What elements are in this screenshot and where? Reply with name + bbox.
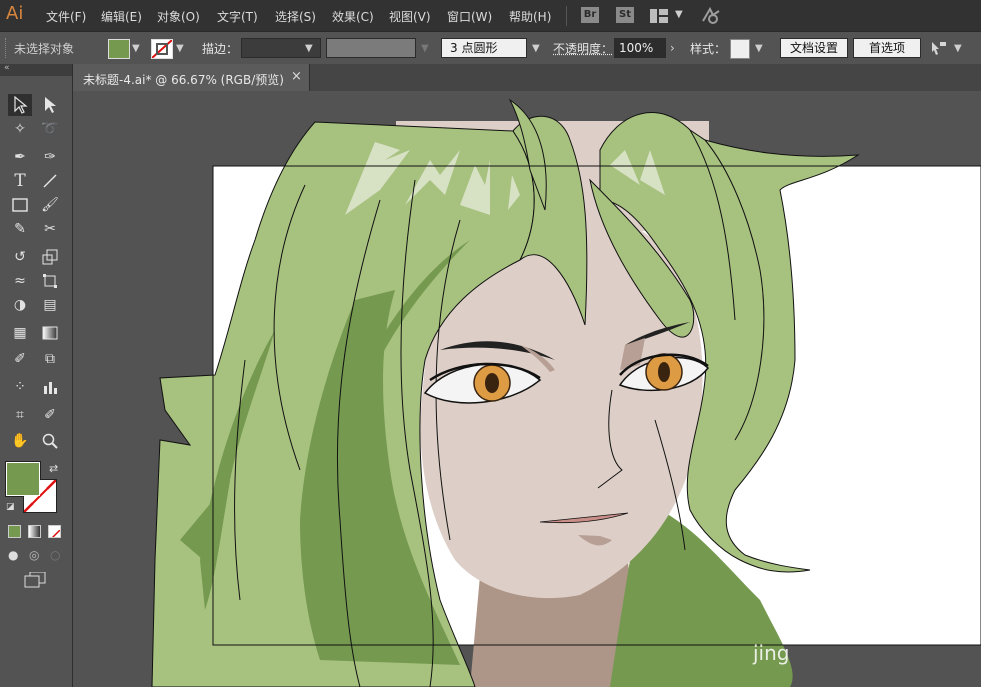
bridge-button[interactable]: Br — [581, 7, 599, 23]
curvature-icon[interactable]: ✑ — [38, 146, 62, 168]
column-graph-icon[interactable] — [38, 376, 62, 398]
arrange-documents-icon[interactable] — [930, 40, 948, 56]
graphic-style-swatch[interactable] — [730, 39, 750, 59]
document-tab-title: 未标题-4.ai* @ 66.67% (RGB/预览) — [83, 73, 284, 87]
direct-selection-tool-icon[interactable] — [38, 94, 62, 116]
magic-wand-icon[interactable]: ✧ — [8, 118, 32, 140]
selection-status: 未选择对象 — [14, 42, 75, 56]
brush-definition-value: 3 点圆形 — [450, 41, 498, 55]
zoom-icon[interactable] — [38, 430, 62, 452]
stock-button[interactable]: St — [616, 7, 634, 23]
artboard-icon[interactable]: ⌗ — [8, 404, 32, 426]
paintbrush-icon[interactable]: 🖌︎ — [38, 194, 62, 216]
free-transform-icon[interactable] — [38, 270, 62, 292]
scale-icon[interactable] — [38, 246, 62, 268]
menu-divider — [566, 6, 567, 26]
gradient-mode-button[interactable] — [28, 525, 41, 538]
draw-behind-icon[interactable]: ◎ — [29, 548, 39, 562]
menu-window[interactable]: 窗口(W) — [447, 8, 492, 25]
artwork — [151, 98, 981, 687]
rotate-icon[interactable]: ↺ — [8, 246, 32, 268]
shaper-icon[interactable]: ✎ — [8, 218, 32, 240]
shape-builder-icon[interactable]: ◑ — [8, 294, 32, 316]
perspective-grid-icon[interactable]: ▤ — [38, 294, 62, 316]
brush-definition-dropdown[interactable]: 3 点圆形 — [441, 38, 527, 58]
fill-color-box-front — [6, 462, 40, 496]
blend-icon[interactable]: ⧉ — [38, 348, 62, 370]
hand-icon[interactable]: ✋ — [8, 430, 32, 452]
menu-type[interactable]: 文字(T) — [217, 8, 258, 25]
menu-file[interactable]: 文件(F) — [46, 8, 86, 25]
chevron-down-icon[interactable]: ▼ — [755, 43, 763, 54]
menu-edit[interactable]: 编辑(E) — [101, 8, 142, 25]
selection-tool-icon[interactable] — [8, 94, 32, 116]
default-colors-icon[interactable]: ◪ — [6, 502, 15, 512]
chevron-down-icon[interactable]: ▼ — [132, 43, 140, 54]
style-label: 样式： — [690, 42, 727, 56]
swap-fill-stroke-icon[interactable]: ⇄ — [49, 462, 58, 475]
gradient-icon[interactable] — [38, 322, 62, 344]
opacity-field[interactable]: 100% — [614, 38, 666, 58]
tools-panel: « ✧ ➰ ✒ ✑ T 🖌︎ ✎ ✂ ↺ ≈ ◑ ▤ ▦ ✐ ⧉ ⁘ ⌗ ✐ ✋… — [0, 63, 73, 687]
chevron-down-icon: ▼ — [421, 43, 429, 54]
mesh-icon[interactable]: ▦ — [8, 322, 32, 344]
chevron-down-icon[interactable]: ▼ — [532, 43, 540, 54]
chevron-right-icon[interactable]: › — [670, 41, 675, 55]
gpu-performance-icon[interactable] — [700, 5, 722, 25]
workspace-layout-icon[interactable] — [650, 8, 668, 23]
warp-icon[interactable]: ≈ — [8, 270, 32, 292]
menu-help[interactable]: 帮助(H) — [509, 8, 551, 25]
chevron-down-icon[interactable]: ▼ — [176, 43, 184, 54]
app-logo: Ai — [6, 3, 24, 24]
close-icon[interactable]: × — [291, 69, 302, 84]
stroke-none-swatch[interactable] — [151, 39, 173, 59]
tools-panel-header[interactable]: « — [0, 63, 72, 76]
none-mode-button[interactable] — [48, 525, 61, 538]
fill-color-swatch[interactable] — [108, 39, 130, 59]
symbol-sprayer-icon[interactable]: ⁘ — [8, 376, 32, 398]
left-pupil — [485, 373, 499, 393]
type-tool-icon[interactable]: T — [8, 170, 32, 192]
color-mode-button[interactable] — [8, 525, 21, 538]
menu-bar: Ai 文件(F) 编辑(E) 对象(O) 文字(T) 选择(S) 效果(C) 视… — [0, 0, 981, 31]
line-tool-icon[interactable] — [38, 170, 62, 192]
control-bar: 未选择对象 ▼ ▼ 描边： ▼ ▼ 3 点圆形 ▼ 不透明度： 100% › 样… — [0, 31, 981, 65]
draw-inside-icon[interactable]: ○ — [50, 548, 60, 562]
scissors-icon[interactable]: ✂ — [38, 218, 62, 240]
menu-select[interactable]: 选择(S) — [275, 8, 316, 25]
eyedropper-icon[interactable]: ✐ — [8, 348, 32, 370]
opacity-label[interactable]: 不透明度： — [553, 40, 613, 57]
chevron-down-icon[interactable]: ▼ — [954, 43, 962, 54]
draw-normal-icon[interactable]: ● — [8, 548, 18, 562]
panel-grip — [5, 38, 9, 58]
document-tab-bar: 未标题-4.ai* @ 66.67% (RGB/预览) × — [73, 64, 981, 91]
document-setup-button[interactable]: 文档设置 — [780, 38, 848, 58]
pen-tool-icon[interactable]: ✒ — [8, 146, 32, 168]
chevron-down-icon[interactable]: ▼ — [305, 43, 313, 54]
chevron-down-icon[interactable]: ▼ — [675, 9, 683, 20]
preferences-button[interactable]: 首选项 — [853, 38, 921, 58]
collapse-panel-icon[interactable]: « — [4, 63, 10, 73]
menu-object[interactable]: 对象(O) — [157, 8, 200, 25]
menu-view[interactable]: 视图(V) — [389, 8, 431, 25]
slice-icon[interactable]: ✐ — [38, 404, 62, 426]
right-pupil — [658, 362, 670, 382]
rectangle-tool-icon[interactable] — [8, 194, 32, 216]
stroke-label: 描边： — [202, 42, 239, 56]
screen-mode-icon[interactable] — [24, 571, 46, 588]
variable-width-profile[interactable] — [326, 38, 416, 58]
canvas-area[interactable]: jing — [73, 91, 981, 687]
opacity-value: 100% — [619, 41, 654, 55]
lasso-icon[interactable]: ➰ — [38, 118, 62, 140]
menu-effect[interactable]: 效果(C) — [332, 8, 374, 25]
watermark: jing — [753, 641, 790, 665]
document-tab[interactable]: 未标题-4.ai* @ 66.67% (RGB/预览) × — [73, 64, 310, 91]
